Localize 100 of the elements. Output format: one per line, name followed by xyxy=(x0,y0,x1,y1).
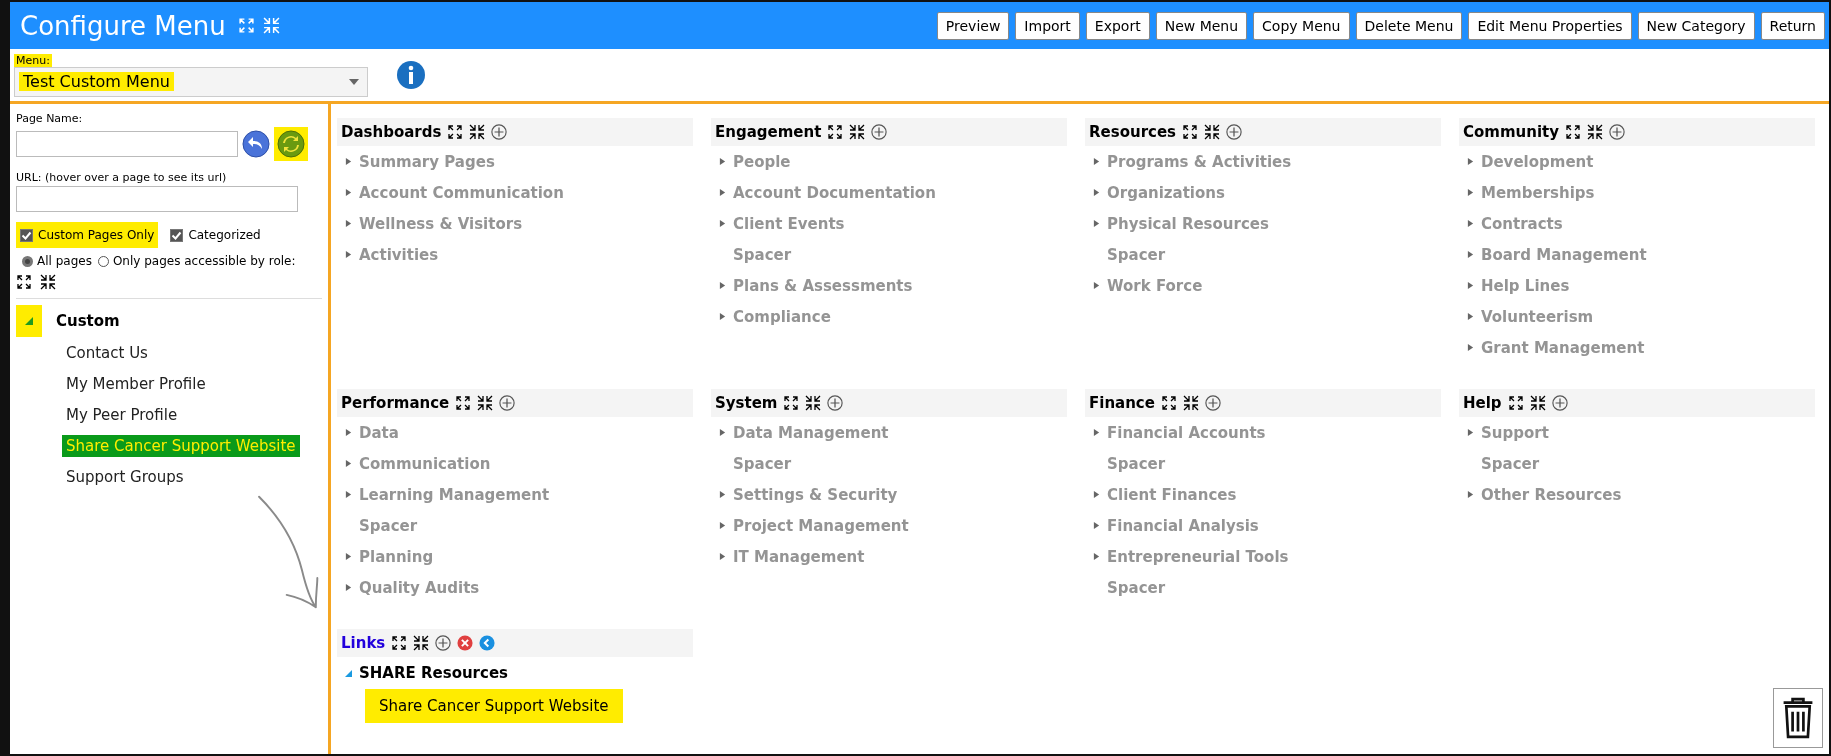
expander-icon[interactable] xyxy=(718,157,726,166)
menu-entry[interactable]: Client Events xyxy=(733,214,845,233)
expander-icon[interactable] xyxy=(718,188,726,197)
collapse-icon[interactable] xyxy=(469,124,486,140)
collapse-icon[interactable] xyxy=(1204,124,1221,140)
menu-entry[interactable]: Spacer xyxy=(1481,454,1540,473)
checkbox-label[interactable]: Categorized xyxy=(188,228,261,242)
menu-entry[interactable]: Data Management xyxy=(733,423,889,442)
menu-entry[interactable]: Spacer xyxy=(359,516,418,535)
expander-icon[interactable] xyxy=(1092,552,1100,561)
menu-entry[interactable]: Other Resources xyxy=(1481,485,1622,504)
expander-icon[interactable] xyxy=(1466,281,1474,290)
toolbar-button[interactable]: Edit Menu Properties xyxy=(1468,11,1632,40)
menu-entry[interactable]: Support xyxy=(1481,423,1549,442)
expander-icon[interactable] xyxy=(1092,521,1100,530)
collapse-icon[interactable] xyxy=(1182,395,1199,411)
menu-entry[interactable]: Compliance xyxy=(733,307,831,326)
expander-icon[interactable] xyxy=(1092,490,1100,499)
menu-entry[interactable]: Activities xyxy=(359,245,439,264)
menu-entry[interactable]: Spacer xyxy=(733,454,792,473)
category-title[interactable]: Community xyxy=(1463,123,1560,141)
expander-icon[interactable] xyxy=(344,219,352,228)
add-icon[interactable] xyxy=(1226,124,1243,140)
toolbar-button[interactable]: Preview xyxy=(936,11,1010,40)
menu-entry[interactable]: Volunteerism xyxy=(1481,307,1594,326)
menu-entry[interactable]: People xyxy=(733,152,791,171)
expander-icon[interactable] xyxy=(344,583,352,592)
expander-icon[interactable] xyxy=(1466,343,1474,352)
expander-icon[interactable] xyxy=(344,157,352,166)
collapse-icon[interactable] xyxy=(1587,124,1604,140)
toolbar-button[interactable]: Return xyxy=(1760,11,1825,40)
menu-entry[interactable]: Financial Accounts xyxy=(1107,423,1266,442)
menu-entry[interactable]: Physical Resources xyxy=(1107,214,1269,233)
add-icon[interactable] xyxy=(827,395,844,411)
toolbar-button[interactable]: Export xyxy=(1085,11,1150,40)
expander-icon[interactable] xyxy=(718,521,726,530)
expand-icon[interactable] xyxy=(16,274,32,290)
expander-icon[interactable] xyxy=(1092,188,1100,197)
category-title[interactable]: Dashboards xyxy=(341,123,442,141)
expand-icon[interactable] xyxy=(1507,395,1524,411)
menu-entry[interactable]: Help Lines xyxy=(1481,276,1570,295)
tree-item[interactable]: My Member Profile xyxy=(62,372,210,395)
add-icon[interactable] xyxy=(499,395,516,411)
expander-icon[interactable] xyxy=(344,428,352,437)
menu-entry[interactable]: Quality Audits xyxy=(359,578,480,597)
expander-icon[interactable] xyxy=(1466,250,1474,259)
menu-entry[interactable]: Financial Analysis xyxy=(1107,516,1259,535)
menu-entry[interactable]: Project Management xyxy=(733,516,909,535)
tree-item[interactable]: Contact Us xyxy=(62,341,152,364)
expander-icon[interactable] xyxy=(25,317,33,325)
expander-icon[interactable] xyxy=(344,552,352,561)
expander-icon[interactable] xyxy=(1466,490,1474,499)
menu-entry[interactable]: Development xyxy=(1481,152,1594,171)
tree-node[interactable]: Custom xyxy=(56,312,120,330)
page-name-field[interactable] xyxy=(16,131,238,157)
add-icon[interactable] xyxy=(491,124,508,140)
menu-entry[interactable]: Planning xyxy=(359,547,434,566)
delete-icon[interactable] xyxy=(457,635,474,651)
expand-icon[interactable] xyxy=(1160,395,1177,411)
collapse-icon[interactable] xyxy=(40,274,56,290)
expander-icon[interactable] xyxy=(344,250,352,259)
expand-icon[interactable] xyxy=(783,395,800,411)
expander-icon[interactable] xyxy=(344,668,352,677)
menu-entry[interactable]: Settings & Security xyxy=(733,485,898,504)
tree-item[interactable]: Support Groups xyxy=(62,465,188,488)
expand-icon[interactable] xyxy=(447,124,464,140)
menu-entry[interactable]: Programs & Activities xyxy=(1107,152,1292,171)
category-title[interactable]: Help xyxy=(1463,394,1502,412)
expander-icon[interactable] xyxy=(344,459,352,468)
expand-icon[interactable] xyxy=(1565,124,1582,140)
expand-icon[interactable] xyxy=(391,635,408,651)
expander-icon[interactable] xyxy=(344,188,352,197)
menu-entry[interactable]: Spacer xyxy=(733,245,792,264)
menu-entry[interactable]: Spacer xyxy=(1107,245,1166,264)
expander-icon[interactable] xyxy=(718,428,726,437)
toolbar-button[interactable]: New Category xyxy=(1637,11,1755,40)
radio-option[interactable]: Only pages accessible by role: xyxy=(97,254,296,268)
menu-dropdown[interactable]: Test Custom Menu xyxy=(14,66,368,97)
menu-entry[interactable]: Summary Pages xyxy=(359,152,495,171)
trash-icon[interactable] xyxy=(1773,688,1823,748)
menu-page[interactable]: Share Cancer Support Website xyxy=(365,689,623,723)
menu-entry[interactable]: Learning Management xyxy=(359,485,550,504)
collapse-icon[interactable] xyxy=(477,395,494,411)
expander-icon[interactable] xyxy=(1092,157,1100,166)
expander-icon[interactable] xyxy=(718,490,726,499)
expander-icon[interactable] xyxy=(1092,219,1100,228)
tree-item[interactable]: My Peer Profile xyxy=(62,403,182,426)
menu-entry[interactable]: Plans & Assessments xyxy=(733,276,913,295)
back-icon[interactable] xyxy=(479,635,496,651)
menu-entry[interactable]: IT Management xyxy=(733,547,865,566)
menu-entry[interactable]: Account Communication xyxy=(359,183,564,202)
expander-icon[interactable] xyxy=(1466,312,1474,321)
category-title[interactable]: Links xyxy=(341,634,386,652)
expand-icon[interactable] xyxy=(1182,124,1199,140)
category-title[interactable]: Finance xyxy=(1089,394,1155,412)
expand-icon[interactable] xyxy=(455,395,472,411)
menu-entry[interactable]: Communication xyxy=(359,454,491,473)
info-icon[interactable] xyxy=(396,60,426,90)
menu-entry[interactable]: Contracts xyxy=(1481,214,1563,233)
expand-icon[interactable] xyxy=(827,124,844,140)
